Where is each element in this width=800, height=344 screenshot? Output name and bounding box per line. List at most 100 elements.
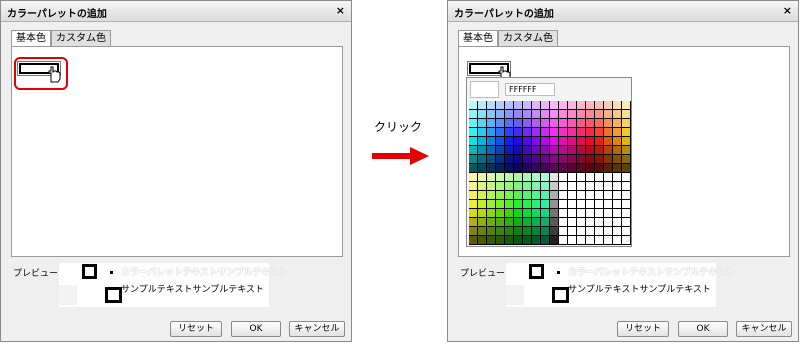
color-cell[interactable] (577, 191, 586, 200)
color-cell[interactable] (595, 128, 604, 137)
color-cell[interactable] (532, 164, 541, 173)
color-cell[interactable] (478, 218, 487, 227)
color-cell[interactable] (559, 227, 568, 236)
color-cell[interactable] (577, 119, 586, 128)
color-cell[interactable] (604, 110, 613, 119)
color-cell[interactable] (559, 209, 568, 218)
color-cell[interactable] (613, 164, 622, 173)
color-cell[interactable] (604, 236, 613, 245)
color-cell[interactable] (577, 101, 586, 110)
color-cell[interactable] (559, 128, 568, 137)
color-cell[interactable] (505, 137, 514, 146)
color-cell[interactable] (532, 155, 541, 164)
color-cell[interactable] (577, 227, 586, 236)
color-cell[interactable] (559, 155, 568, 164)
color-cell[interactable] (469, 227, 478, 236)
color-cell[interactable] (604, 191, 613, 200)
color-cell[interactable] (523, 146, 532, 155)
color-cell[interactable] (613, 236, 622, 245)
color-cell[interactable] (469, 173, 478, 182)
color-cell[interactable] (604, 209, 613, 218)
color-cell[interactable] (568, 191, 577, 200)
color-cell[interactable] (622, 182, 631, 191)
color-cell[interactable] (532, 137, 541, 146)
color-cell[interactable] (559, 137, 568, 146)
color-cell[interactable] (586, 218, 595, 227)
color-cell[interactable] (523, 137, 532, 146)
color-cell[interactable] (469, 119, 478, 128)
color-cell[interactable] (505, 110, 514, 119)
color-cell[interactable] (532, 227, 541, 236)
color-cell[interactable] (487, 101, 496, 110)
color-cell[interactable] (595, 227, 604, 236)
color-cell[interactable] (622, 209, 631, 218)
color-cell[interactable] (478, 164, 487, 173)
color-cell[interactable] (595, 236, 604, 245)
color-cell[interactable] (595, 119, 604, 128)
color-cell[interactable] (514, 101, 523, 110)
color-cell[interactable] (541, 164, 550, 173)
color-cell[interactable] (487, 110, 496, 119)
color-cell[interactable] (622, 155, 631, 164)
color-cell[interactable] (532, 182, 541, 191)
color-cell[interactable] (550, 101, 559, 110)
color-cell[interactable] (523, 119, 532, 128)
color-cell[interactable] (613, 110, 622, 119)
color-cell[interactable] (595, 155, 604, 164)
color-cell[interactable] (523, 209, 532, 218)
color-cell[interactable] (550, 173, 559, 182)
color-cell[interactable] (523, 200, 532, 209)
color-cell[interactable] (586, 119, 595, 128)
color-cell[interactable] (487, 236, 496, 245)
color-cell[interactable] (541, 191, 550, 200)
color-cell[interactable] (622, 227, 631, 236)
color-cell[interactable] (514, 173, 523, 182)
color-cell[interactable] (469, 146, 478, 155)
color-cell[interactable] (505, 119, 514, 128)
color-cell[interactable] (478, 101, 487, 110)
color-cell[interactable] (496, 227, 505, 236)
color-cell[interactable] (541, 146, 550, 155)
color-cell[interactable] (505, 173, 514, 182)
color-cell[interactable] (469, 110, 478, 119)
tab-basic-colors[interactable]: 基本色 (458, 30, 498, 47)
color-cell[interactable] (478, 110, 487, 119)
color-cell[interactable] (622, 146, 631, 155)
color-cell[interactable] (514, 227, 523, 236)
color-cell[interactable] (496, 128, 505, 137)
color-cell[interactable] (496, 101, 505, 110)
reset-button[interactable]: リセット (170, 321, 222, 337)
color-cell[interactable] (577, 146, 586, 155)
color-cell[interactable] (505, 209, 514, 218)
color-cell[interactable] (586, 173, 595, 182)
color-cell[interactable] (496, 209, 505, 218)
color-cell[interactable] (505, 200, 514, 209)
color-cell[interactable] (469, 200, 478, 209)
color-cell[interactable] (505, 218, 514, 227)
color-cell[interactable] (523, 218, 532, 227)
color-cell[interactable] (469, 218, 478, 227)
color-cell[interactable] (568, 119, 577, 128)
color-cell[interactable] (595, 200, 604, 209)
color-cell[interactable] (505, 191, 514, 200)
color-cell[interactable] (586, 209, 595, 218)
color-cell[interactable] (613, 200, 622, 209)
color-cell[interactable] (559, 119, 568, 128)
color-cell[interactable] (478, 137, 487, 146)
color-cell[interactable] (595, 110, 604, 119)
color-cell[interactable] (613, 128, 622, 137)
color-cell[interactable] (532, 191, 541, 200)
color-cell[interactable] (595, 191, 604, 200)
close-icon[interactable]: × (783, 4, 792, 17)
color-cell[interactable] (541, 101, 550, 110)
color-cell[interactable] (622, 200, 631, 209)
hex-value-field[interactable]: FFFFFF (505, 83, 555, 96)
color-cell[interactable] (550, 128, 559, 137)
color-cell[interactable] (532, 200, 541, 209)
color-cell[interactable] (523, 236, 532, 245)
color-cell[interactable] (550, 218, 559, 227)
color-cell[interactable] (568, 218, 577, 227)
color-cell[interactable] (469, 101, 478, 110)
color-cell[interactable] (595, 137, 604, 146)
color-cell[interactable] (613, 227, 622, 236)
